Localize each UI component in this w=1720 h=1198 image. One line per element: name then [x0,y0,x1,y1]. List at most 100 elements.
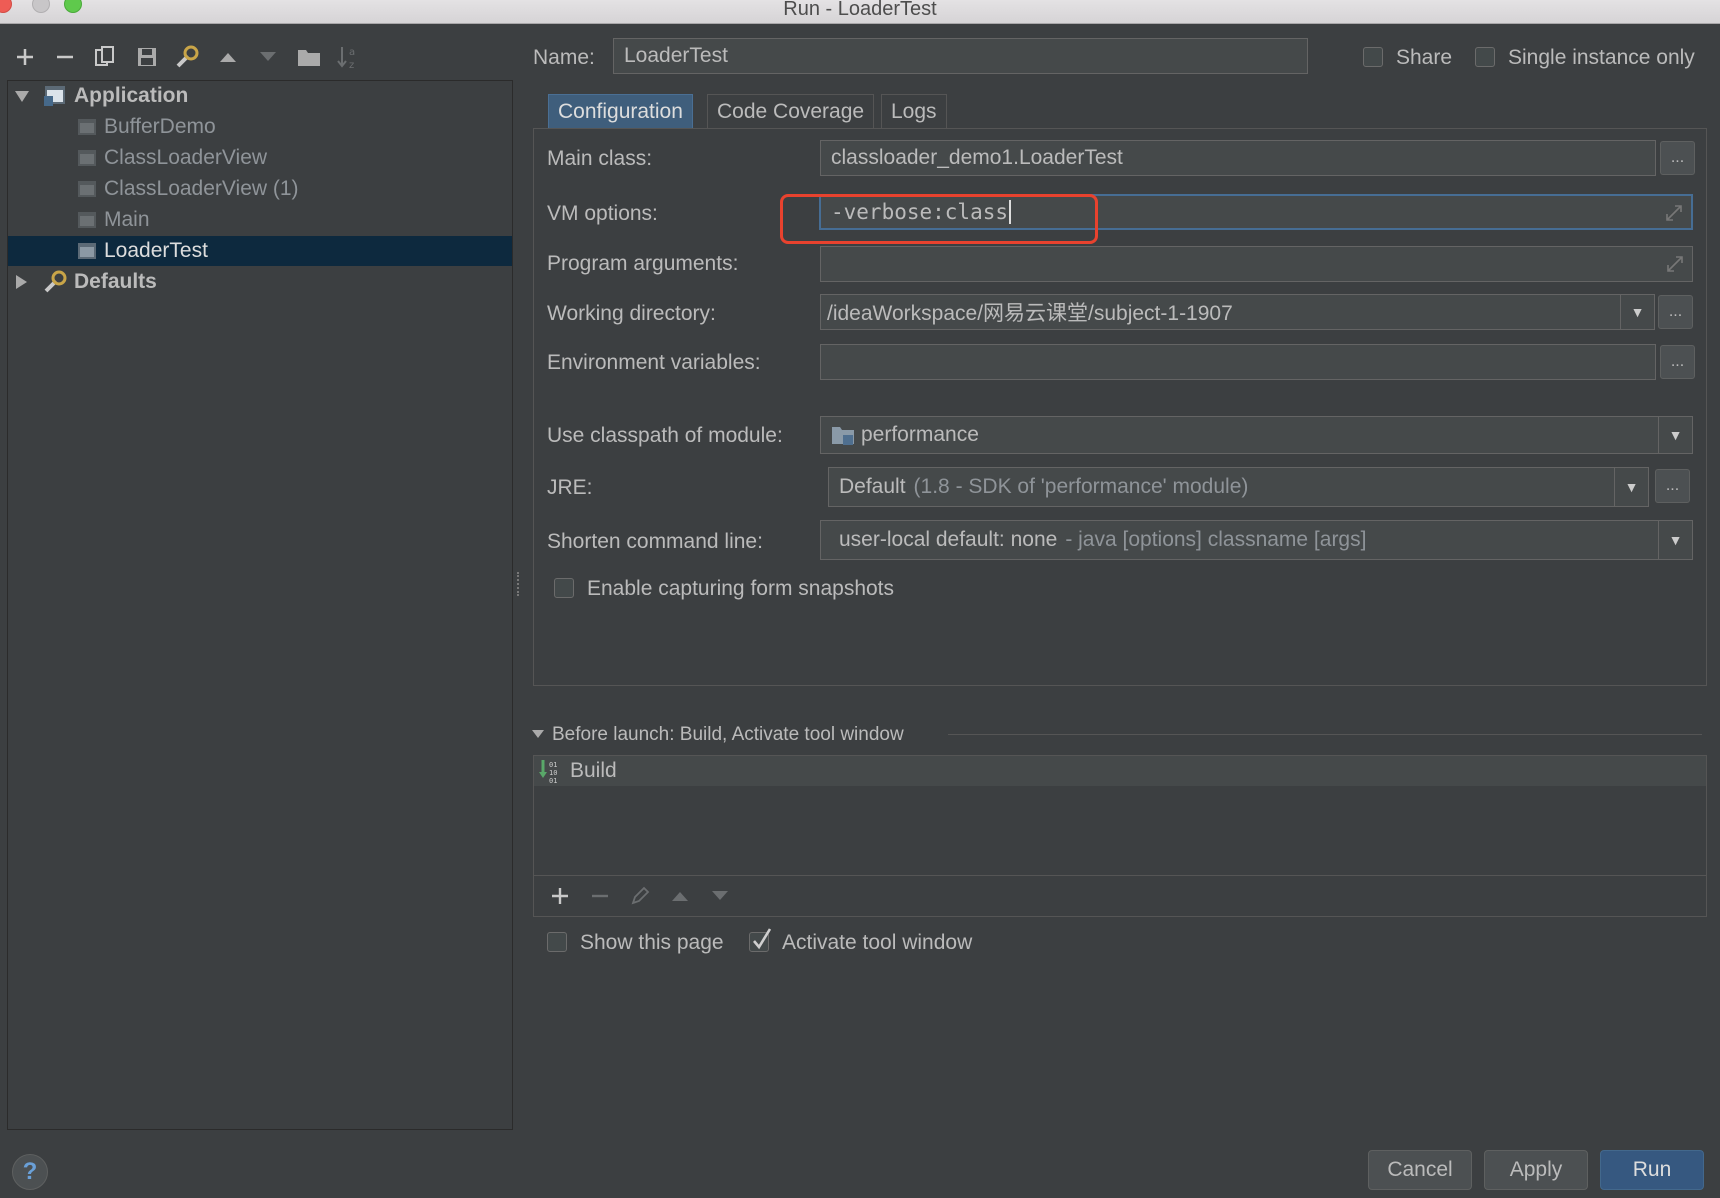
vm-options-label: VM options: [547,202,658,225]
name-input[interactable]: LoaderTest [613,38,1308,74]
move-task-down-button[interactable] [702,876,738,916]
working-directory-label: Working directory: [547,302,716,325]
single-instance-checkbox[interactable] [1475,47,1495,67]
apply-button[interactable]: Apply [1484,1150,1588,1190]
program-arguments-label: Program arguments: [547,252,739,275]
main-class-input[interactable]: classloader_demo1.LoaderTest [820,140,1656,176]
build-icon: 011001 [539,760,557,784]
app-config-icon [78,181,96,197]
run-button[interactable]: Run [1600,1150,1704,1190]
before-launch-list[interactable]: 01 10 01 Build [533,755,1707,917]
svg-text:z: z [349,60,354,70]
expand-icon[interactable] [1665,204,1683,222]
tree-item-loadertest[interactable]: LoaderTest [8,236,512,266]
environment-variables-label: Environment variables: [547,351,761,374]
single-instance-label: Single instance only [1508,46,1695,69]
shorten-command-line-value: user-local default: none [839,528,1058,551]
minus-icon [592,894,608,898]
wrench-icon [44,270,67,293]
activate-tool-window-label: Activate tool window [782,931,973,954]
app-config-icon [78,243,96,259]
edit-task-button[interactable] [622,876,658,916]
copy-icon [95,46,114,66]
chevron-down-icon[interactable]: ▼ [1614,468,1648,506]
app-config-icon [78,119,96,135]
edit-defaults-button[interactable] [172,42,202,72]
form-snapshots-checkbox[interactable] [554,578,574,598]
shorten-command-line-label: Shorten command line: [547,530,763,553]
help-button[interactable]: ? [12,1154,48,1190]
sort-alpha-icon: az [337,47,355,70]
add-configuration-button[interactable] [10,42,40,72]
shorten-command-line-hint: - java [options] classname [args] [1065,528,1367,551]
tree-item-label: BufferDemo [104,115,216,138]
window-title: Run - LoaderTest [783,0,937,20]
show-this-page-checkbox[interactable] [547,932,567,952]
move-down-button[interactable] [253,42,283,72]
collapse-triangle-icon[interactable] [531,728,545,740]
tab-configuration[interactable]: Configuration [548,94,693,128]
tree-item-classloaderview[interactable]: ClassLoaderView [8,143,512,173]
tree-item-label: ClassLoaderView (1) [104,177,299,200]
expanded-triangle-icon [15,91,29,102]
tree-node-application[interactable]: Application [8,81,512,111]
svg-text:a: a [349,47,355,58]
arrow-up-icon [220,53,236,62]
tree-item-label: Main [104,208,150,231]
tree-node-defaults[interactable]: Defaults [8,267,512,297]
before-launch-separator [948,734,1702,735]
working-directory-browse-button[interactable]: ... [1658,295,1693,329]
tree-item-label: LoaderTest [104,239,208,262]
application-icon [44,86,65,106]
add-task-button[interactable] [542,876,578,916]
chevron-down-icon[interactable]: ▼ [1658,417,1692,453]
activate-tool-window-checkbox[interactable] [749,928,772,952]
main-class-browse-button[interactable]: ... [1660,141,1695,175]
jre-combo[interactable]: Default (1.8 - SDK of 'performance' modu… [828,467,1649,507]
tree-item-main[interactable]: Main [8,205,512,235]
tab-code-coverage[interactable]: Code Coverage [707,94,875,128]
show-this-page-label: Show this page [580,931,724,954]
tree-item-label: ClassLoaderView [104,146,268,169]
share-checkbox[interactable] [1363,47,1383,67]
jre-browse-button[interactable]: ... [1655,469,1690,503]
move-task-up-button[interactable] [662,876,698,916]
remove-configuration-button[interactable] [50,42,80,72]
highlight-annotation [780,194,1098,244]
before-launch-header[interactable]: Before launch: Build, Activate tool wind… [552,724,904,746]
before-launch-item-build[interactable]: 01 10 01 Build [534,756,1706,786]
svg-text:10: 10 [549,769,557,777]
tree-label-defaults: Defaults [74,270,157,293]
minus-icon [57,55,73,59]
arrow-down-icon [712,891,728,900]
main-class-label: Main class: [547,147,653,170]
save-configuration-button[interactable] [132,42,162,72]
chevron-down-icon[interactable]: ▼ [1620,295,1654,329]
form-snapshots-label: Enable capturing form snapshots [587,577,895,600]
move-up-button[interactable] [213,42,243,72]
plus-icon [17,49,33,65]
program-arguments-input[interactable] [820,246,1693,282]
create-folder-button[interactable] [294,42,324,72]
jre-label: JRE: [547,476,593,499]
tree-item-bufferdemo[interactable]: BufferDemo [8,112,512,142]
remove-task-button[interactable] [582,876,618,916]
copy-configuration-button[interactable] [90,42,120,72]
environment-variables-browse-button[interactable]: ... [1660,345,1695,379]
expand-icon[interactable] [1666,255,1684,273]
shorten-command-line-combo[interactable]: user-local default: none - java [options… [820,520,1693,560]
environment-variables-input[interactable] [820,344,1656,380]
cancel-button[interactable]: Cancel [1368,1150,1472,1190]
tree-label-application: Application [74,84,189,107]
classpath-module-value: performance [861,423,979,446]
working-directory-combo[interactable]: /ideaWorkspace/网易云课堂/subject-1-1907 ▼ [820,294,1655,330]
build-label: Build [570,759,617,782]
folder-icon [298,50,320,66]
tree-item-classloaderview-1[interactable]: ClassLoaderView (1) [8,174,512,204]
sort-button[interactable]: az [334,42,364,72]
classpath-module-combo[interactable]: performance ▼ [820,416,1693,454]
tab-logs[interactable]: Logs [881,94,947,128]
splitter-handle[interactable] [517,572,521,596]
chevron-down-icon[interactable]: ▼ [1658,521,1692,559]
configuration-tree[interactable]: Application BufferDemo ClassLoaderView C… [7,80,513,1130]
